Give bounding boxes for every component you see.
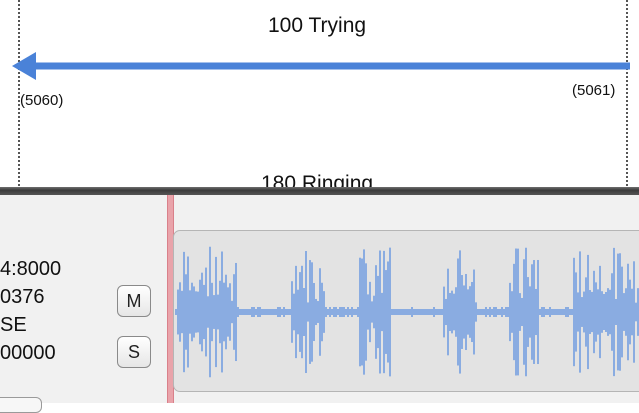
track-control-partial[interactable] bbox=[0, 397, 42, 413]
call-flow-diagram: 100 Trying (5060) (5061) 180 Ringing bbox=[0, 0, 639, 190]
audio-waveform bbox=[175, 246, 639, 378]
audio-track-panel: 4:8000 0376 SE 00000 M S bbox=[0, 195, 639, 403]
track-info-line-2: 0376 bbox=[0, 286, 45, 308]
pane-divider[interactable] bbox=[0, 187, 639, 195]
track-info-line-1: 4:8000 bbox=[0, 258, 62, 280]
mute-button[interactable]: M bbox=[117, 285, 151, 317]
waveform-display[interactable] bbox=[173, 230, 639, 392]
arrow-head-icon bbox=[12, 52, 36, 80]
track-info-line-3: SE bbox=[0, 314, 27, 336]
message-arrow[interactable] bbox=[0, 0, 639, 100]
port-right: (5061) bbox=[572, 82, 616, 99]
port-left: (5060) bbox=[20, 92, 64, 109]
track-info-line-4: 00000 bbox=[0, 342, 56, 364]
solo-button[interactable]: S bbox=[117, 336, 151, 368]
